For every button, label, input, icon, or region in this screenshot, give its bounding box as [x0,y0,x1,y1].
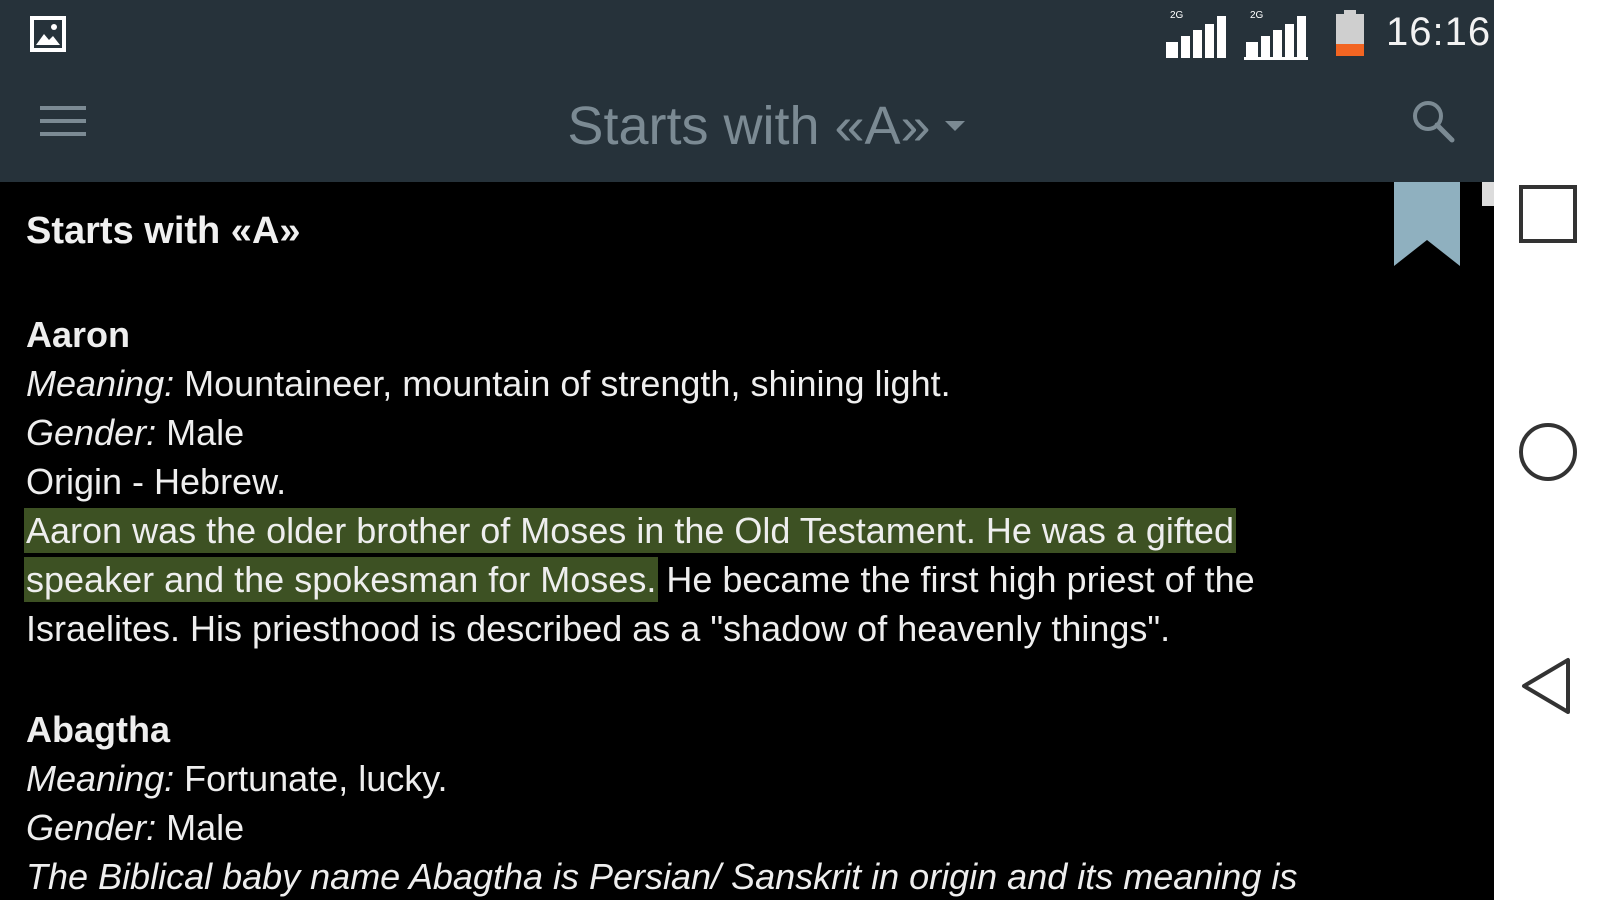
meaning-value: Mountaineer, mountain of strength, shini… [174,363,951,404]
description-line: Israelites. His priesthood is described … [26,608,1171,649]
battery-icon [1336,10,1364,56]
entry-name: Abagtha [26,709,170,750]
system-navigation-bar [1494,0,1600,900]
gender-value: Male [156,412,245,453]
status-bar: 2G 2G 16:16 [0,0,1494,70]
gender-line: Gender: Male [26,408,1466,457]
app-screen: 2G 2G 16:16 Starts with «A» Starts with … [0,0,1494,900]
signal-strength-icon: 2G [1244,10,1308,60]
meaning-label: Meaning: [26,758,175,799]
description-text: The Biblical baby name Abagtha is Persia… [26,856,1298,897]
description-line: speaker and the spokesman for Moses. He … [26,555,1466,604]
gender-label: Gender: [26,412,157,453]
caret-down-icon [944,121,965,131]
meaning-value: Fortunate, lucky. [174,758,448,799]
back-triangle-icon[interactable] [1518,656,1578,716]
search-icon[interactable] [1410,98,1456,144]
meaning-line: Meaning: Mountaineer, mountain of streng… [26,359,1466,408]
gender-line: Gender: Male [26,803,1466,852]
name-entry: Aaron Meaning: Mountaineer, mountain of … [26,310,1466,653]
description-line: Aaron was the older brother of Moses in … [26,506,1466,555]
section-title: Starts with «A» [26,210,301,252]
description-line: The Biblical baby name Abagtha is Persia… [26,852,1466,900]
meaning-line: Meaning: Fortunate, lucky. [26,754,1466,803]
gender-label: Gender: [26,807,157,848]
gender-value: Male [156,807,245,848]
signal-strength-icon: 2G [1166,10,1226,58]
svg-text:2G: 2G [1250,10,1264,21]
highlighted-text[interactable]: Aaron was the older brother of Moses in … [26,510,1234,551]
bookmark-icon[interactable] [1394,182,1460,266]
description-text: He became the first high priest of the [656,559,1255,600]
clock: 16:16 [1386,10,1492,54]
scroll-indicator[interactable] [1482,182,1494,206]
gallery-icon [30,16,66,52]
title-dropdown[interactable]: Starts with «A» [0,70,1494,182]
recents-square-icon[interactable] [1518,184,1578,244]
origin-line: Origin - Hebrew. [26,461,287,502]
name-entry: Abagtha Meaning: Fortunate, lucky. Gende… [26,705,1466,900]
highlighted-text[interactable]: speaker and the spokesman for Moses. [26,559,657,600]
names-list[interactable]: Starts with «A» Aaron Meaning: Mountaine… [0,182,1494,900]
app-toolbar: Starts with «A» [0,70,1494,182]
home-circle-icon[interactable] [1518,422,1578,482]
meaning-label: Meaning: [26,363,175,404]
toolbar-title: Starts with «A» [567,96,931,156]
svg-text:2G: 2G [1170,10,1184,21]
entry-name: Aaron [26,314,131,355]
